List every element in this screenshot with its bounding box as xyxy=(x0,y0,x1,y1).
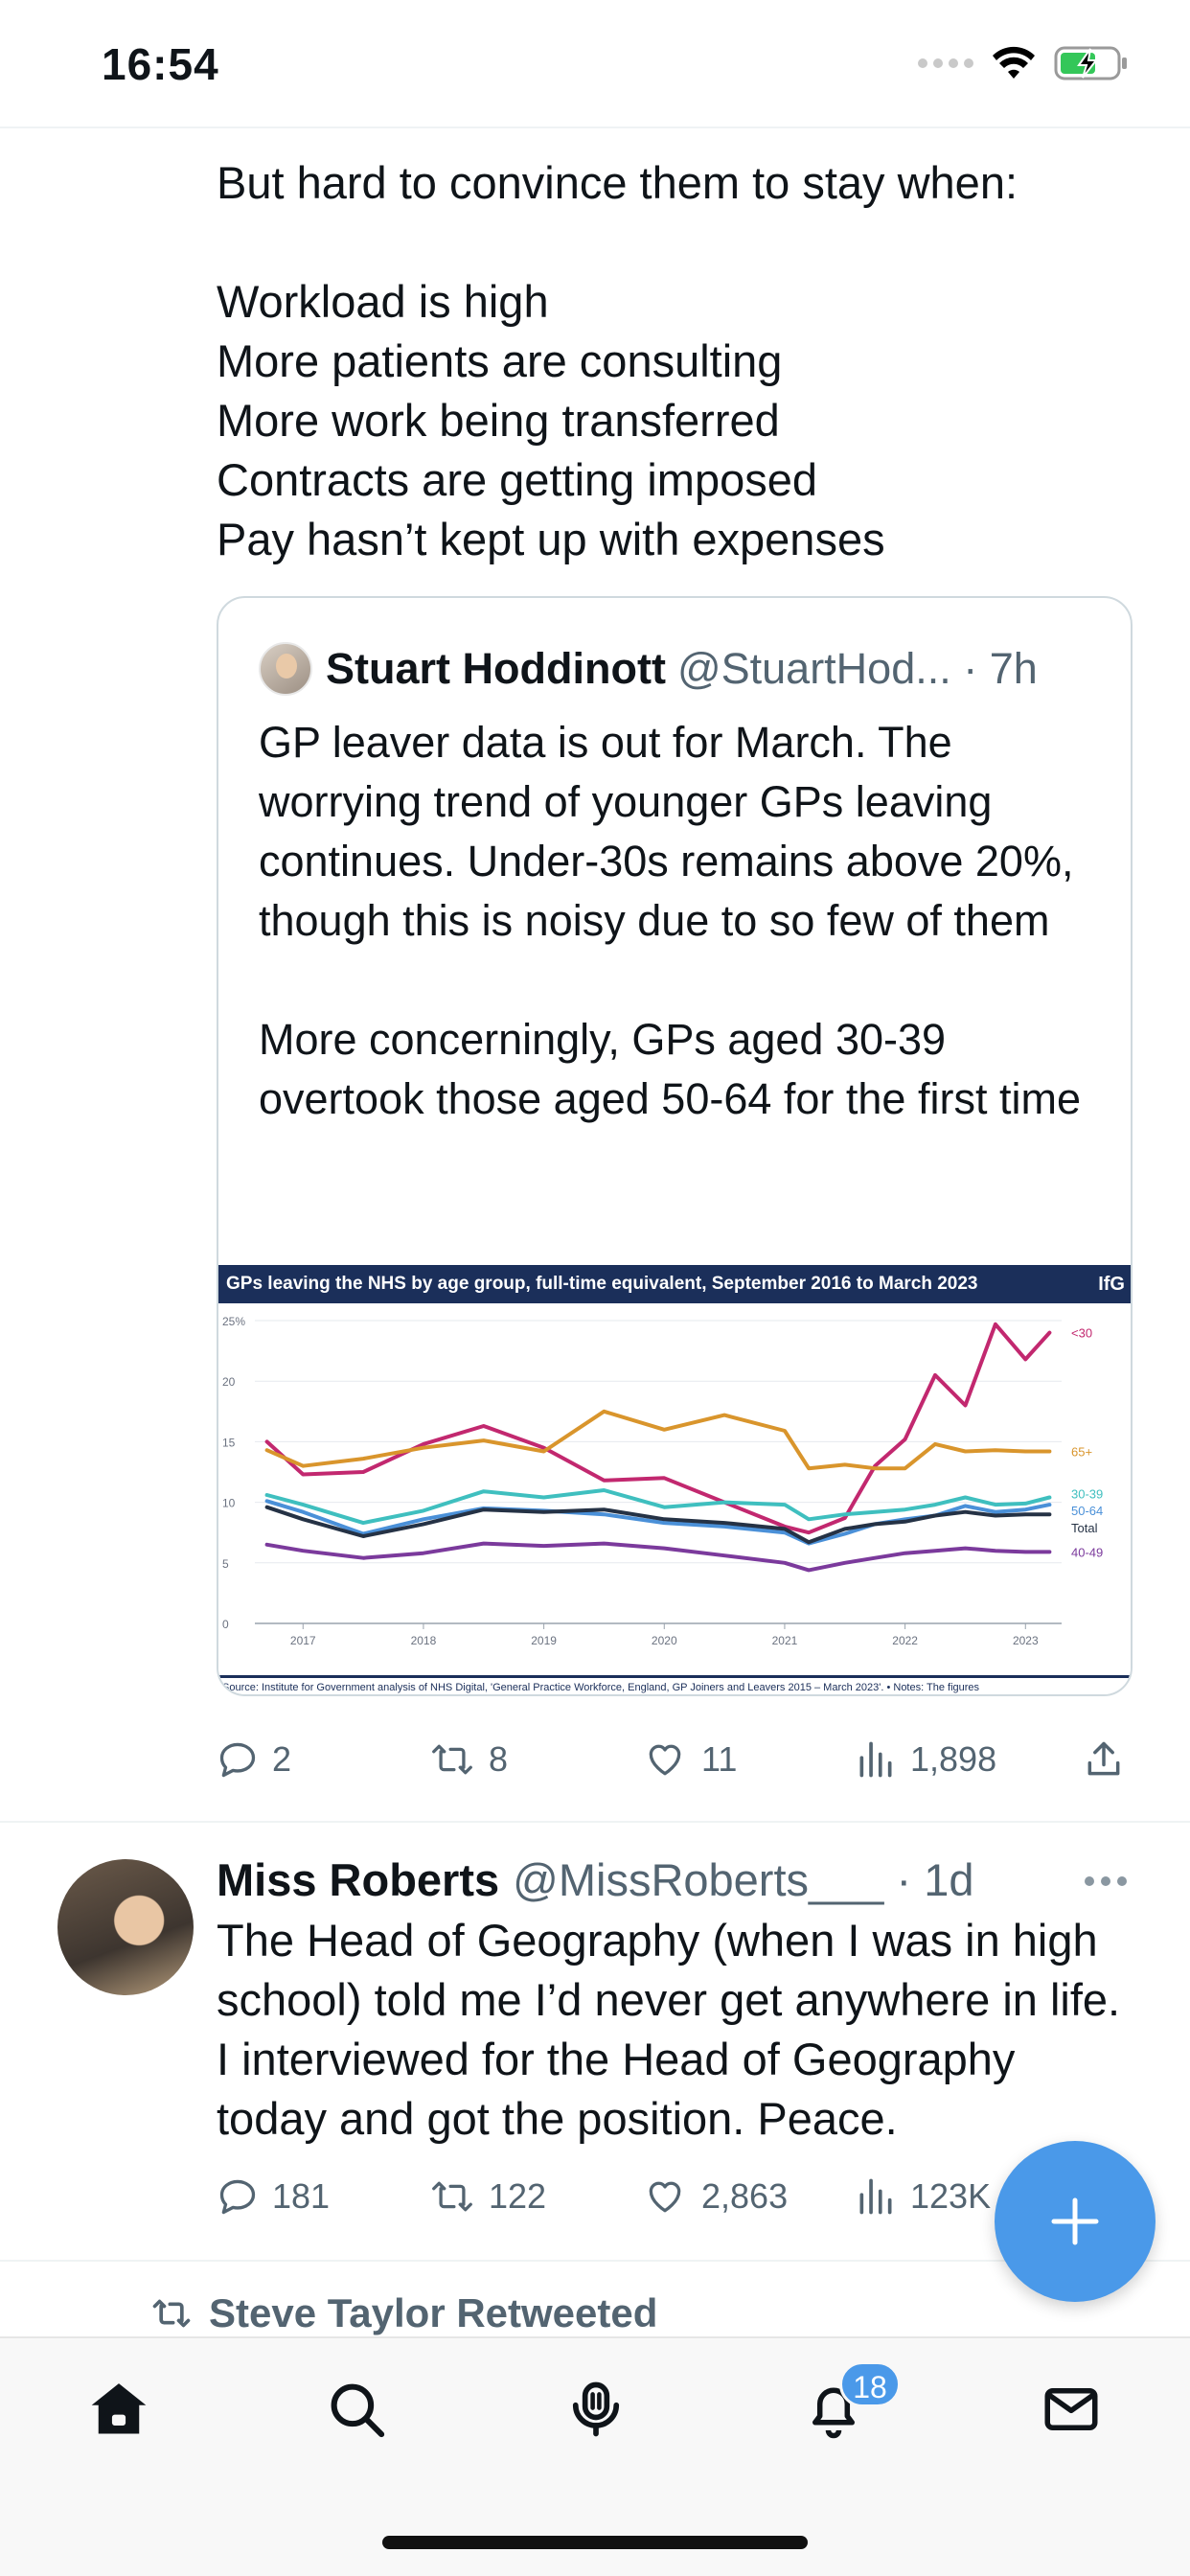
reply-icon xyxy=(219,1742,256,1778)
heart-icon xyxy=(649,1744,681,1776)
share-button[interactable] xyxy=(1083,1738,1125,1781)
battery-charging-icon xyxy=(1054,46,1127,80)
spaces-icon xyxy=(572,2381,620,2437)
retweet-button[interactable]: 8 xyxy=(429,1738,508,1781)
like-button[interactable]: 11 xyxy=(642,1738,737,1781)
tweet-text: The Head of Geography (when I was in hig… xyxy=(217,1915,1121,2144)
retweet-icon xyxy=(432,1744,472,1775)
y-tick-label: 15 xyxy=(222,1436,236,1449)
series-line-65+ xyxy=(264,1409,1052,1471)
quoted-tweet-text: GP leaver data is out for March. The wor… xyxy=(259,718,1081,1123)
x-tick-label: 2017 xyxy=(290,1634,316,1647)
quoted-tweet-header: Stuart Hoddinott @StuartHod... · 7h xyxy=(259,636,1038,702)
avatar[interactable] xyxy=(259,642,312,696)
author-handle: @MissRoberts___ · 1d xyxy=(513,1853,974,1905)
tab-home[interactable] xyxy=(80,2371,157,2448)
series-label: 30-39 xyxy=(1071,1487,1103,1502)
y-tick-label: 25% xyxy=(222,1315,245,1328)
tab-search[interactable] xyxy=(318,2371,395,2448)
more-options-icon[interactable] xyxy=(1085,1876,1127,1886)
reply-button[interactable]: 181 xyxy=(217,2175,330,2218)
cellular-signal-icon xyxy=(918,58,973,68)
retweet-count: 122 xyxy=(489,2176,547,2216)
tweet-actions: 2 8 11 1,898 xyxy=(217,1731,1133,1788)
view-count: 1,898 xyxy=(910,1739,997,1779)
y-tick-label: 0 xyxy=(222,1618,229,1631)
search-icon xyxy=(331,2383,385,2438)
quoted-author-handle: @StuartHod... · 7h xyxy=(676,644,1038,693)
like-button[interactable]: 2,863 xyxy=(642,2175,788,2218)
retweeted-by-label[interactable]: Steve Taylor Retweeted xyxy=(149,2290,657,2336)
x-tick-label: 2019 xyxy=(531,1634,557,1647)
x-tick-label: 2023 xyxy=(1013,1634,1039,1647)
tweet-header: Miss Roberts @MissRoberts___ · 1d xyxy=(217,1850,973,1909)
x-tick-label: 2020 xyxy=(652,1634,677,1647)
quoted-tweet[interactable]: Stuart Hoddinott @StuartHod... · 7h GP l… xyxy=(217,596,1133,1696)
home-icon xyxy=(91,2383,147,2434)
status-time: 16:54 xyxy=(102,39,219,89)
line-chart: 0 5 10 15 20 25% 2017 2018 2019 2020 2021 2022 2023 <… xyxy=(222,1315,1103,1647)
retweet-count: 8 xyxy=(489,1739,509,1779)
notifications-badge: 18 xyxy=(839,2361,901,2407)
tweet-text: But hard to convince them to stay when: … xyxy=(217,157,1018,564)
chart-title: GPs leaving the NHS by age group, full-t… xyxy=(218,1265,1131,1303)
header-divider xyxy=(0,126,1190,128)
series-label: 65+ xyxy=(1071,1445,1092,1460)
series-label: Total xyxy=(1071,1521,1098,1535)
retweeted-by-text: Steve Taylor Retweeted xyxy=(209,2290,658,2335)
series-label: 50-64 xyxy=(1071,1504,1103,1518)
retweet-icon xyxy=(152,2299,191,2328)
reply-count: 2 xyxy=(272,1739,292,1779)
retweet-button[interactable]: 122 xyxy=(429,2175,546,2218)
author-name[interactable]: Miss Roberts xyxy=(217,1853,499,1906)
series-label: 40-49 xyxy=(1071,1545,1103,1559)
chart-brand-logo: IfG xyxy=(1098,1274,1125,1295)
plus-icon xyxy=(1051,2197,1099,2245)
reply-icon xyxy=(219,2179,256,2215)
tab-messages[interactable] xyxy=(1033,2371,1110,2448)
reply-count: 181 xyxy=(272,2176,331,2216)
home-indicator xyxy=(382,2536,808,2549)
reply-button[interactable]: 2 xyxy=(217,1738,291,1781)
y-tick-label: 10 xyxy=(222,1497,236,1510)
tab-spaces[interactable] xyxy=(558,2371,634,2448)
compose-tweet-button[interactable] xyxy=(995,2141,1156,2302)
y-tick-label: 20 xyxy=(222,1375,236,1389)
series-line-Total xyxy=(264,1505,1052,1545)
status-icons xyxy=(918,42,1129,84)
series-line-40-49 xyxy=(264,1541,1052,1573)
views-button[interactable]: 1,898 xyxy=(855,1738,996,1781)
retweet-icon xyxy=(432,2181,472,2212)
analytics-icon xyxy=(859,2178,892,2215)
x-tick-label: 2021 xyxy=(772,1634,798,1647)
views-button[interactable]: 123K xyxy=(855,2175,991,2218)
share-icon xyxy=(1087,1741,1120,1776)
series-label: <30 xyxy=(1071,1326,1092,1341)
y-tick-label: 5 xyxy=(222,1557,229,1571)
view-count: 123K xyxy=(910,2176,992,2216)
status-bar: 16:54 xyxy=(0,0,1190,126)
chart-image[interactable]: GPs leaving the NHS by age group, full-t… xyxy=(218,1265,1131,1694)
wifi-icon xyxy=(993,46,1035,79)
like-count: 2,863 xyxy=(701,2176,789,2216)
x-tick-label: 2018 xyxy=(411,1634,437,1647)
mail-icon xyxy=(1044,2388,1098,2430)
heart-icon xyxy=(649,2181,681,2213)
tweet-divider xyxy=(0,1821,1190,1823)
x-tick-label: 2022 xyxy=(892,1634,918,1647)
like-count: 11 xyxy=(701,1739,738,1779)
avatar[interactable] xyxy=(57,1859,194,1995)
chart-source-note: Source: Institute for Government analysi… xyxy=(218,1675,1131,1694)
quoted-author-name[interactable]: Stuart Hoddinott xyxy=(326,644,666,694)
analytics-icon xyxy=(859,1741,892,1778)
